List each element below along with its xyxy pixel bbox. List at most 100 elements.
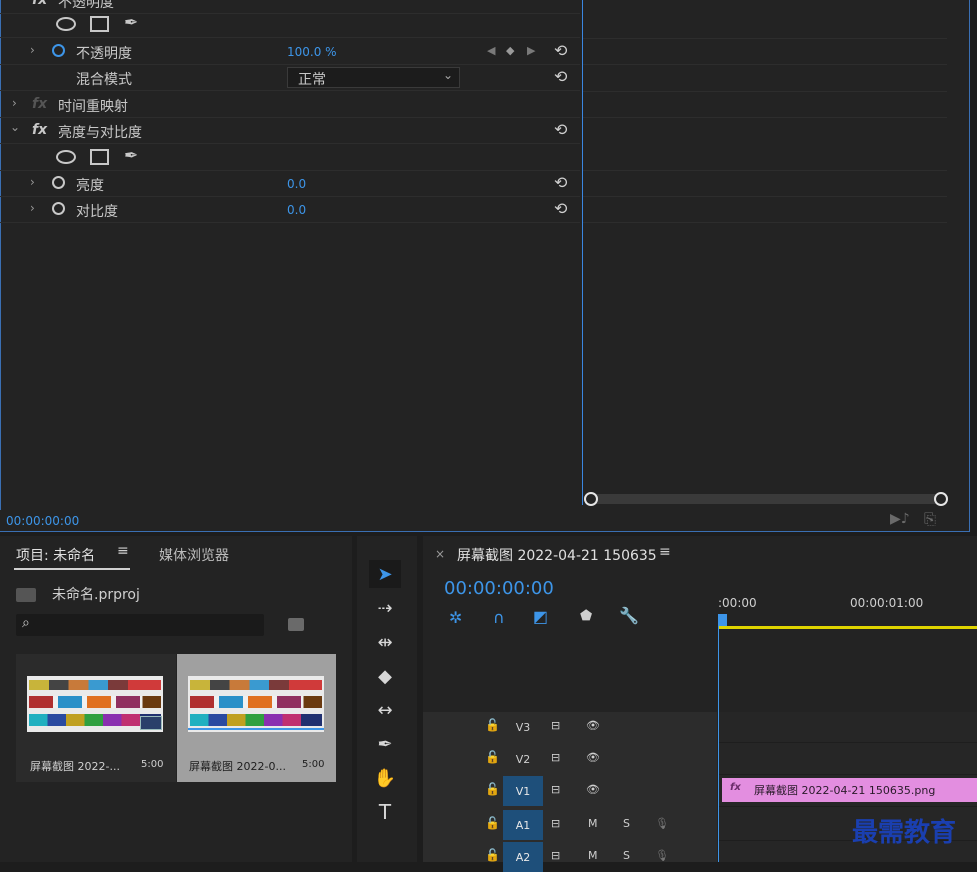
image-type-icon xyxy=(140,716,162,730)
blend-mode-select[interactable]: 正常 ⌄ xyxy=(287,67,460,88)
play-audio-icon[interactable]: ▶♪ xyxy=(890,511,910,527)
panel-menu-icon[interactable]: ≡ xyxy=(659,544,671,560)
chevron-down-icon[interactable]: ⌄ xyxy=(10,120,20,134)
new-bin-icon[interactable] xyxy=(288,618,304,631)
sync-lock-icon[interactable]: ⊟ xyxy=(551,849,560,862)
track-label-v2[interactable]: V2 xyxy=(503,744,543,774)
export-icon[interactable]: ⎘ xyxy=(924,510,936,528)
eye-icon[interactable]: 👁 xyxy=(586,719,600,732)
timeline-clip[interactable]: fx 屏幕截图 2022-04-21 150635.png xyxy=(722,778,977,802)
add-keyframe-icon[interactable]: ◆ xyxy=(506,44,514,57)
reset-icon[interactable]: ⟲ xyxy=(554,41,567,60)
add-marker-icon[interactable]: ⬟ xyxy=(580,608,592,624)
selection-tool-icon[interactable]: ➤ xyxy=(369,560,401,588)
ellipse-mask-icon[interactable] xyxy=(56,150,76,164)
tab-sequence[interactable]: 屏幕截图 2022-04-21 150635 xyxy=(457,545,657,565)
active-tab-underline xyxy=(14,568,130,570)
nest-sequence-icon[interactable]: ✲ xyxy=(449,608,462,627)
zoom-scrollbar[interactable] xyxy=(584,494,940,504)
linked-selection-icon[interactable]: ◩ xyxy=(533,607,548,626)
time-remap-row[interactable]: › fx 时间重映射 xyxy=(0,92,580,118)
mute-button[interactable]: M xyxy=(588,849,598,862)
tab-media-browser[interactable]: 媒体浏览器 xyxy=(159,545,229,565)
opacity-property-label: 不透明度 xyxy=(76,46,132,62)
reset-icon[interactable]: ⟲ xyxy=(554,67,567,86)
track-label-a1[interactable]: A1 xyxy=(503,810,543,840)
scrollbar-handle-left[interactable] xyxy=(584,492,598,506)
effect-timecode[interactable]: 00:00:00:00 xyxy=(6,514,79,528)
solo-button[interactable]: S xyxy=(623,817,630,830)
brightness-contrast-header[interactable]: ⌄ fx 亮度与对比度 ⟲ xyxy=(0,118,580,144)
stopwatch-icon[interactable] xyxy=(52,202,65,215)
pen-mask-icon[interactable]: ✒ xyxy=(124,146,138,166)
microphone-icon[interactable]: 🎙 xyxy=(655,849,669,862)
blend-mode-value: 正常 xyxy=(298,72,326,88)
slip-tool-icon[interactable]: ↔ xyxy=(369,696,401,724)
reset-icon[interactable]: ⟲ xyxy=(554,173,567,192)
rectangle-mask-icon[interactable] xyxy=(90,16,109,32)
sync-lock-icon[interactable]: ⊟ xyxy=(551,817,560,830)
project-item-selected[interactable]: 屏幕截图 2022-0... 5:00 xyxy=(177,654,336,782)
track-label-a2[interactable]: A2 xyxy=(503,842,543,872)
chevron-right-icon[interactable]: › xyxy=(30,43,35,57)
lock-icon[interactable]: 🔓 xyxy=(485,848,500,862)
hand-tool-icon[interactable]: ✋ xyxy=(369,764,401,792)
project-item[interactable]: 屏幕截图 2022-... 5:00 xyxy=(16,654,176,782)
panel-menu-icon[interactable]: ≡ xyxy=(117,543,129,559)
tab-project[interactable]: 项目: 未命名 xyxy=(16,545,95,565)
eye-icon[interactable]: 👁 xyxy=(586,783,600,796)
razor-tool-icon[interactable]: ◆ xyxy=(369,662,401,690)
folder-icon xyxy=(16,588,36,602)
playhead-handle[interactable] xyxy=(718,614,727,626)
mute-button[interactable]: M xyxy=(588,817,598,830)
sync-lock-icon[interactable]: ⊟ xyxy=(551,719,560,732)
time-ruler[interactable]: :00:00 00:00:01:00 xyxy=(718,590,977,630)
stopwatch-icon[interactable] xyxy=(52,44,65,57)
work-area-bar[interactable] xyxy=(718,626,977,629)
effect-playhead-line[interactable] xyxy=(582,0,583,505)
reset-icon[interactable]: ⟲ xyxy=(554,120,567,139)
pen-tool-icon[interactable]: ✒ xyxy=(369,730,401,758)
chevron-right-icon[interactable]: › xyxy=(30,175,35,189)
ruler-label: :00:00 xyxy=(718,596,757,610)
snap-magnet-icon[interactable]: ∩ xyxy=(493,608,505,627)
clip-thumbnail xyxy=(188,676,324,732)
brightness-value[interactable]: 0.0 xyxy=(287,177,306,191)
keyframe-lane-divider xyxy=(583,196,947,197)
sync-lock-icon[interactable]: ⊟ xyxy=(551,783,560,796)
ellipse-mask-icon[interactable] xyxy=(56,17,76,31)
type-tool-icon[interactable]: T xyxy=(369,798,401,826)
timeline-timecode[interactable]: 00:00:00:00 xyxy=(444,578,554,599)
fx-badge-icon[interactable]: fx xyxy=(32,122,47,138)
blend-mode-row: 混合模式 正常 ⌄ ⟲ xyxy=(0,65,580,91)
rectangle-mask-icon[interactable] xyxy=(90,149,109,165)
microphone-icon[interactable]: 🎙 xyxy=(655,817,669,830)
scrollbar-handle-right[interactable] xyxy=(934,492,948,506)
chevron-right-icon[interactable]: › xyxy=(12,96,17,110)
fx-badge-icon: fx xyxy=(32,96,48,112)
chevron-right-icon[interactable]: › xyxy=(30,201,35,215)
ripple-edit-tool-icon[interactable]: ⇹ xyxy=(369,628,401,656)
lock-icon[interactable]: 🔓 xyxy=(485,816,500,830)
prev-keyframe-icon[interactable]: ◀ xyxy=(487,44,495,57)
lock-icon[interactable]: 🔓 xyxy=(485,718,500,732)
track-label-v3[interactable]: V3 xyxy=(503,712,543,742)
reset-icon[interactable]: ⟲ xyxy=(554,199,567,218)
eye-icon[interactable]: 👁 xyxy=(586,751,600,764)
contrast-value[interactable]: 0.0 xyxy=(287,203,306,217)
search-input[interactable]: ⌕ xyxy=(16,614,264,636)
keyframe-lane-divider xyxy=(583,222,947,223)
lock-icon[interactable]: 🔓 xyxy=(485,750,500,764)
sync-lock-icon[interactable]: ⊟ xyxy=(551,751,560,764)
close-icon[interactable]: × xyxy=(435,547,445,561)
project-file-name: 未命名.prproj xyxy=(52,587,140,603)
solo-button[interactable]: S xyxy=(623,849,630,862)
next-keyframe-icon[interactable]: ▶ xyxy=(527,44,535,57)
stopwatch-icon[interactable] xyxy=(52,176,65,189)
track-label-v1[interactable]: V1 xyxy=(503,776,543,806)
settings-wrench-icon[interactable]: 🔧 xyxy=(619,606,639,625)
pen-mask-icon[interactable]: ✒ xyxy=(124,13,138,33)
opacity-value[interactable]: 100.0 % xyxy=(287,45,337,59)
lock-icon[interactable]: 🔓 xyxy=(485,782,500,796)
track-select-tool-icon[interactable]: ⇢ xyxy=(369,594,401,622)
